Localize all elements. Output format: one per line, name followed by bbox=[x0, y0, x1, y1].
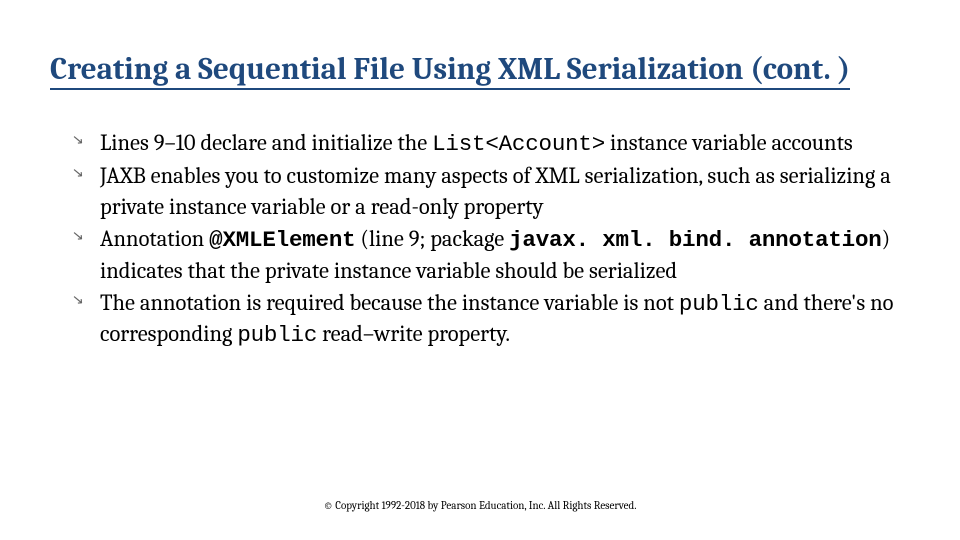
bullet-text: Lines 9–10 declare and initialize the bbox=[100, 130, 432, 156]
bullet-text: The annotation is required because the i… bbox=[100, 290, 679, 316]
bullet-text: JAXB enables you to customize many aspec… bbox=[100, 163, 891, 219]
bullet-text: Annotation bbox=[100, 226, 209, 252]
code-span: javax. xml. bind. annotation bbox=[509, 227, 881, 253]
code-span: @XMLElement bbox=[209, 227, 355, 253]
title-text: Creating a Sequential File Using XML Ser… bbox=[50, 51, 850, 90]
slide: Creating a Sequential File Using XML Ser… bbox=[0, 0, 960, 540]
code-span: List<Account> bbox=[432, 131, 605, 157]
list-item: JAXB enables you to customize many aspec… bbox=[72, 161, 900, 222]
list-item: Lines 9–10 declare and initialize the Li… bbox=[72, 128, 900, 159]
bullet-text: instance variable accounts bbox=[605, 130, 853, 156]
bullet-list: Lines 9–10 declare and initialize the Li… bbox=[72, 128, 900, 351]
code-span: public bbox=[679, 291, 759, 317]
bullet-text: (line 9; package bbox=[355, 226, 509, 252]
code-span: public bbox=[237, 322, 317, 348]
list-item: The annotation is required because the i… bbox=[72, 288, 900, 351]
list-item: Annotation @XMLElement (line 9; package … bbox=[72, 224, 900, 286]
slide-title: Creating a Sequential File Using XML Ser… bbox=[50, 52, 910, 88]
copyright-footer: © Copyright 1992-2018 by Pearson Educati… bbox=[0, 499, 960, 512]
bullet-text: read–write property. bbox=[317, 321, 510, 347]
slide-body: Lines 9–10 declare and initialize the Li… bbox=[72, 128, 900, 353]
